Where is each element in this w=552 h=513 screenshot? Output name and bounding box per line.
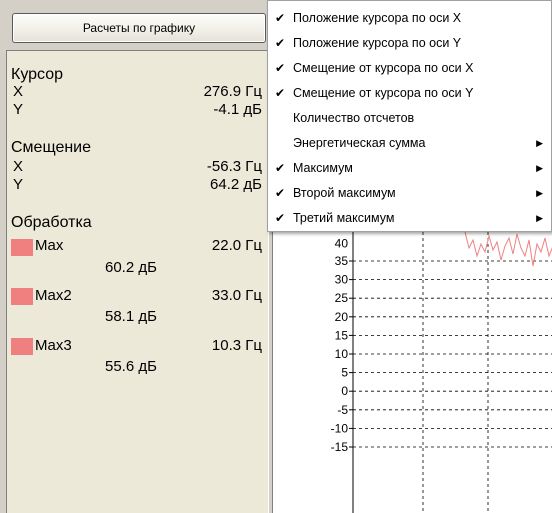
y-tick-label: 25 <box>335 291 349 305</box>
checkmark-icon: ✔ <box>275 86 286 100</box>
spectrum-chart-svg: 40 35 30 25 20 15 10 5 0 -5 -10 -15 <box>331 226 552 513</box>
max-label: Max <box>35 237 64 254</box>
y-tick-label: -5 <box>337 403 348 417</box>
cursor-y-label: Y <box>13 101 24 118</box>
cursor-y-value: -4.1 дБ <box>213 101 262 118</box>
y-tick-label: 15 <box>335 328 349 342</box>
checkmark-icon: ✔ <box>275 61 286 75</box>
offset-y-label: Y <box>13 176 24 193</box>
max-color-swatch <box>11 239 33 256</box>
y-tick-label: 40 <box>335 236 349 250</box>
submenu-arrow-icon: ▶ <box>536 138 543 148</box>
cursor-x-value: 276.9 Гц <box>203 83 262 100</box>
menu-item-maximum[interactable]: ✔ Максимум ▶ <box>268 156 551 181</box>
menu-item-label: Количество отсчетов <box>293 111 415 125</box>
menu-item-cursor-x[interactable]: ✔ Положение курсора по оси X <box>268 6 551 31</box>
menu-item-label: Смещение от курсора по оси X <box>293 61 474 75</box>
max2-freq-value: 33.0 Гц <box>211 287 262 304</box>
menu-item-label: Энергетическая сумма <box>293 136 426 150</box>
cursor-x-label: X <box>13 83 24 100</box>
menu-item-label: Третий максимум <box>293 211 395 225</box>
menu-item-label: Второй максимум <box>293 186 396 200</box>
checkmark-icon: ✔ <box>275 11 286 25</box>
checkmark-icon: ✔ <box>275 36 286 50</box>
max3-color-swatch <box>11 338 33 355</box>
submenu-arrow-icon: ▶ <box>536 213 543 223</box>
max2-color-swatch <box>11 288 33 305</box>
menu-item-label: Максимум <box>293 161 353 175</box>
y-tick-label: 10 <box>335 347 349 361</box>
max3-db-value: 55.6 дБ <box>105 358 157 375</box>
y-tick-label: 5 <box>341 366 348 380</box>
max2-db-value: 58.1 дБ <box>105 308 157 325</box>
max3-label: Max3 <box>35 337 72 354</box>
submenu-arrow-icon: ▶ <box>536 188 543 198</box>
menu-item-second-maximum[interactable]: ✔ Второй максимум ▶ <box>268 181 551 206</box>
offset-x-value: -56.3 Гц <box>206 158 262 175</box>
menu-item-cursor-y[interactable]: ✔ Положение курсора по оси Y <box>268 31 551 56</box>
signal-line <box>464 231 552 267</box>
max2-label: Max2 <box>35 287 72 304</box>
menu-item-energy-sum[interactable]: Энергетическая сумма ▶ <box>268 131 551 156</box>
y-tick-label: 0 <box>341 384 348 398</box>
y-tick-label: 35 <box>335 254 349 268</box>
max-db-value: 60.2 дБ <box>105 259 157 276</box>
checkmark-icon: ✔ <box>275 186 286 200</box>
menu-item-label: Положение курсора по оси Y <box>293 36 462 50</box>
menu-item-label: Смещение от курсора по оси Y <box>293 86 474 100</box>
menu-item-offset-y[interactable]: ✔ Смещение от курсора по оси Y <box>268 81 551 106</box>
checkmark-icon: ✔ <box>275 211 286 225</box>
y-tick-label: -10 <box>331 421 349 435</box>
max3-freq-value: 10.3 Гц <box>211 337 262 354</box>
context-menu: ✔ Положение курсора по оси X ✔ Положение ку… <box>267 0 552 232</box>
calculations-button[interactable]: Расчеты по графику <box>12 13 266 43</box>
offset-x-label: X <box>13 158 24 175</box>
checkmark-icon: ✔ <box>275 161 286 175</box>
max-freq-value: 22.0 Гц <box>211 237 262 254</box>
menu-item-third-maximum[interactable]: ✔ Третий максимум ▶ <box>268 206 551 231</box>
y-tick-label: -15 <box>331 440 349 454</box>
menu-item-sample-count[interactable]: Количество отсчетов <box>268 106 551 131</box>
menu-item-label: Положение курсора по оси X <box>293 11 462 25</box>
submenu-arrow-icon: ▶ <box>536 163 543 173</box>
y-tick-label: 30 <box>335 273 349 287</box>
calculations-panel: Курсор X 276.9 Гц Y -4.1 дБ Смещение X -… <box>6 50 269 513</box>
cursor-title: Курсор <box>11 66 64 83</box>
offset-title: Смещение <box>11 139 92 156</box>
processing-title: Обработка <box>11 214 92 231</box>
menu-item-offset-x[interactable]: ✔ Смещение от курсора по оси X <box>268 56 551 81</box>
spectrum-chart[interactable]: 40 35 30 25 20 15 10 5 0 -5 -10 -15 <box>272 226 552 513</box>
y-tick-label: 20 <box>335 310 349 324</box>
offset-y-value: 64.2 дБ <box>210 176 262 193</box>
